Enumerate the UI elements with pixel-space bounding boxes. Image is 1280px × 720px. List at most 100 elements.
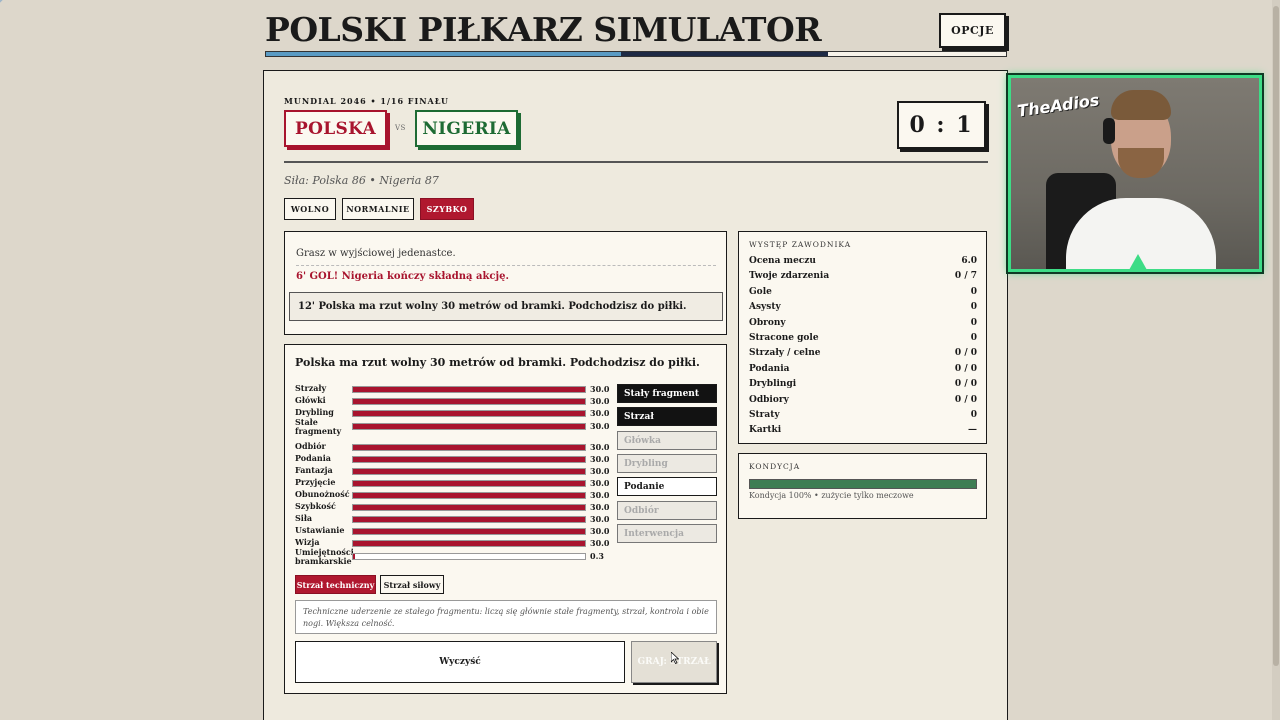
condition-text: Kondycja 100% • zużycie tylko meczowe (749, 491, 914, 500)
clear-button[interactable]: Wyczyść (295, 641, 625, 683)
stat-row: Ocena meczu 6.0 (749, 256, 977, 270)
stat-label: Ocena meczu (749, 256, 816, 266)
stat-value: 6.0 (961, 256, 977, 266)
stat-value: 0 / 0 (954, 394, 977, 405)
attribute-label: Fantazja (295, 465, 333, 475)
attribute-row: Obunożność 30.0 (295, 490, 615, 502)
stat-row: Strzały / celne 0 / 0 (749, 348, 977, 362)
attribute-row: Stałe fragmenty 30.0 (295, 417, 615, 436)
attribute-bar-fill (353, 457, 585, 462)
attribute-value: 30.0 (590, 478, 610, 488)
attribute-bar-fill (353, 529, 585, 534)
stat-label: Asysty (749, 302, 781, 313)
attribute-label: Wizja (295, 537, 320, 547)
attribute-bar (352, 444, 586, 451)
stat-label: Twoje zdarzenia (749, 271, 830, 282)
stat-value: 0 (970, 333, 977, 343)
condition-panel: KONDYCJA Kondycja 100% • zużycie tylko m… (738, 453, 987, 519)
stat-row: Obrony 0 (749, 318, 977, 332)
triangle-logo-icon (1129, 254, 1147, 269)
attribute-label: Przyjęcie (295, 477, 336, 487)
title-rule-blue (266, 52, 621, 56)
power-shot-button[interactable]: Strzał siłowy (380, 575, 444, 594)
stat-label: Podania (749, 363, 790, 374)
attribute-label: Podania (295, 453, 331, 463)
attribute-bar (352, 386, 586, 393)
action-description: Techniczne uderzenie ze stałego fragment… (295, 600, 717, 634)
header-divider (284, 161, 988, 163)
stat-value: 0 (970, 286, 977, 297)
attribute-value: 30.0 (590, 538, 610, 548)
action-option-button[interactable]: Stały fragment (617, 384, 717, 403)
log-entry: Grasz w wyjściowej jedenastce. (296, 248, 456, 259)
attribute-bar (352, 468, 586, 475)
attribute-value: 0.3 (590, 551, 604, 561)
stat-row: Kartki — (749, 425, 977, 439)
stat-value: 0 (970, 302, 977, 313)
attribute-bar (352, 423, 586, 430)
speed-normal-button[interactable]: NORMALNIE (342, 198, 414, 220)
action-panel: Polska ma rzut wolny 30 metrów od bramki… (284, 344, 727, 694)
action-option-button[interactable]: Interwencja (617, 524, 717, 543)
title-rule-rest (828, 52, 1006, 56)
attribute-bar (352, 516, 586, 523)
scrollbar-thumb[interactable] (1273, 6, 1279, 666)
attribute-row: Fantazja 30.0 (295, 466, 615, 478)
attribute-bar (352, 504, 586, 511)
speed-slow-button[interactable]: WOLNO (284, 198, 336, 220)
action-option-button[interactable]: Strzał (617, 407, 717, 426)
action-title: Polska ma rzut wolny 30 metrów od bramki… (295, 356, 700, 369)
vs-label: VS (395, 124, 406, 132)
attribute-label: Stałe fragmenty (295, 417, 342, 436)
attribute-label: Odbiór (295, 441, 326, 451)
action-option-button[interactable]: Główka (617, 431, 717, 450)
stat-label: Stracone gole (749, 333, 819, 343)
attribute-bar-fill (353, 424, 585, 429)
attribute-value: 30.0 (590, 490, 610, 500)
attribute-value: 30.0 (590, 454, 610, 464)
app-title: POLSKI PIŁKARZ SIMULATOR (265, 10, 822, 49)
action-option-button[interactable]: Odbiór (617, 501, 717, 520)
stat-label: Strzały / celne (749, 348, 821, 359)
attribute-bar (352, 492, 586, 499)
window-corner-decoration (0, 0, 60, 40)
stat-value: 0 (970, 410, 977, 420)
log-divider (296, 265, 716, 266)
attribute-bar (352, 553, 586, 560)
condition-bar (749, 479, 977, 489)
attribute-value: 30.0 (590, 502, 610, 512)
attribute-row: Ustawianie 30.0 (295, 526, 615, 538)
attribute-label: Szybkość (295, 501, 336, 511)
condition-heading: KONDYCJA (749, 462, 801, 471)
stat-row: Stracone gole 0 (749, 333, 977, 347)
stat-label: Straty (749, 410, 780, 420)
attribute-label: Główki (295, 395, 326, 405)
technical-shot-button[interactable]: Strzał techniczny (295, 575, 376, 594)
attribute-bar-fill (353, 493, 585, 498)
action-option-button[interactable]: Drybling (617, 454, 717, 473)
attribute-bar-fill (353, 411, 585, 416)
attribute-value: 30.0 (590, 384, 610, 394)
options-button[interactable]: OPCJE (939, 13, 1006, 48)
stats-heading: WYSTĘP ZAWODNIKA (749, 240, 852, 249)
match-meta: MUNDIAL 2046 • 1/16 FINAŁU (284, 96, 449, 106)
action-option-button[interactable]: Podanie (617, 477, 717, 496)
attribute-label: Strzały (295, 383, 327, 393)
webcam-overlay: TheAdios (1008, 75, 1262, 272)
attribute-bar (352, 410, 586, 417)
attribute-bar (352, 456, 586, 463)
stat-label: Dryblingi (749, 379, 797, 390)
stat-value: 0 / 0 (954, 379, 977, 390)
stat-label: Odbiory (749, 394, 789, 405)
stat-row: Dryblingi 0 / 0 (749, 379, 977, 393)
attribute-label: Obunożność (295, 489, 350, 499)
speed-fast-button[interactable]: SZYBKO (420, 198, 474, 220)
scrollbar[interactable] (1272, 0, 1280, 720)
attribute-bar-fill (353, 554, 356, 559)
stat-row: Asysty 0 (749, 302, 977, 316)
match-panel: MUNDIAL 2046 • 1/16 FINAŁU POLSKA VS NIG… (263, 70, 1008, 720)
attribute-row: Strzały 30.0 (295, 384, 615, 396)
attribute-row: Odbiór 30.0 (295, 442, 615, 454)
stat-label: Kartki (749, 425, 782, 436)
stat-value: 0 / 0 (954, 348, 977, 359)
